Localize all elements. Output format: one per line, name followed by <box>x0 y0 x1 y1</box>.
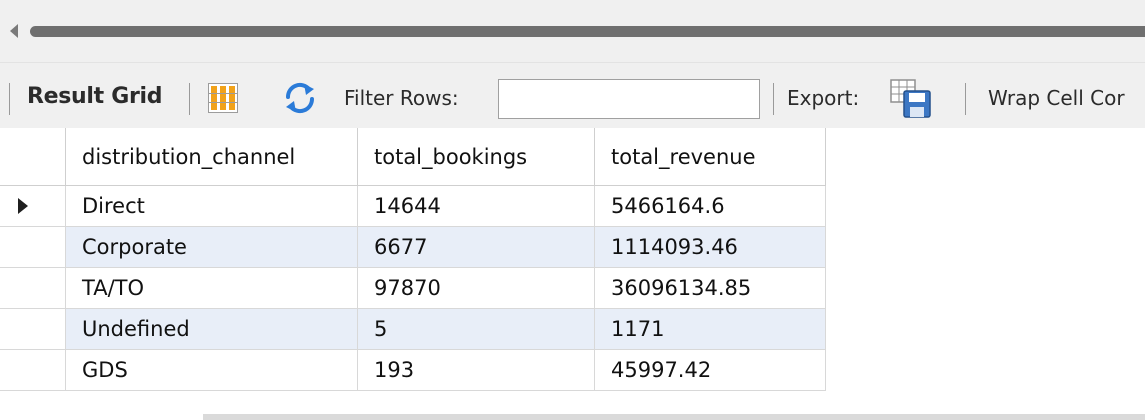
table-cell[interactable]: GDS <box>66 350 358 391</box>
row-indicator-header <box>0 128 66 186</box>
row-indicator[interactable] <box>0 186 66 227</box>
grid-view-icon[interactable] <box>208 83 238 113</box>
row-indicator[interactable] <box>0 268 66 309</box>
refresh-icon[interactable] <box>282 81 318 115</box>
result-grid-tab[interactable]: Result Grid <box>27 84 163 109</box>
table-cell[interactable]: 5 <box>358 309 595 350</box>
row-indicator[interactable] <box>0 227 66 268</box>
result-grid: distribution_channel total_bookings tota… <box>0 128 1145 420</box>
grid-view-icon-col <box>220 86 226 110</box>
table-cell[interactable]: TA/TO <box>66 268 358 309</box>
table-row[interactable]: TA/TO 97870 36096134.85 <box>0 268 826 309</box>
filter-rows-label: Filter Rows: <box>344 86 459 110</box>
grid-bottom-scrollbar[interactable] <box>203 414 1145 420</box>
toolbar-separator <box>965 83 966 115</box>
table-cell[interactable]: 45997.42 <box>595 350 826 391</box>
export-label: Export: <box>787 86 860 110</box>
scroll-left-icon[interactable] <box>10 24 18 38</box>
scrollbar-thumb[interactable] <box>30 26 1145 37</box>
row-pointer-icon <box>18 198 28 214</box>
table-row[interactable]: GDS 193 45997.42 <box>0 350 826 391</box>
table-cell[interactable]: Undefined <box>66 309 358 350</box>
row-indicator[interactable] <box>0 350 66 391</box>
table-cell[interactable]: Corporate <box>66 227 358 268</box>
table-row[interactable]: Undefined 5 1171 <box>0 309 826 350</box>
column-header[interactable]: total_revenue <box>595 128 826 186</box>
table-cell[interactable]: 5466164.6 <box>595 186 826 227</box>
table-cell[interactable]: 36096134.85 <box>595 268 826 309</box>
toolbar-separator <box>9 83 10 115</box>
table-cell[interactable]: 193 <box>358 350 595 391</box>
table-row[interactable]: Corporate 6677 1114093.46 <box>0 227 826 268</box>
column-header[interactable]: distribution_channel <box>66 128 358 186</box>
table-cell[interactable]: 14644 <box>358 186 595 227</box>
horizontal-scrollbar[interactable] <box>0 0 1145 62</box>
table-cell[interactable]: 97870 <box>358 268 595 309</box>
result-toolbar: Result Grid Filter Rows: Export: Wrap Ce… <box>0 62 1145 129</box>
row-indicator[interactable] <box>0 309 66 350</box>
table-row[interactable]: Direct 14644 5466164.6 <box>0 186 826 227</box>
export-icon[interactable] <box>890 79 934 119</box>
table-cell[interactable]: Direct <box>66 186 358 227</box>
wrap-cell-content-label[interactable]: Wrap Cell Cor <box>988 86 1125 110</box>
filter-rows-input[interactable] <box>498 79 760 119</box>
table-cell[interactable]: 1171 <box>595 309 826 350</box>
toolbar-separator <box>773 83 774 115</box>
column-header[interactable]: total_bookings <box>358 128 595 186</box>
grid-view-icon-col <box>229 86 235 110</box>
table-cell[interactable]: 1114093.46 <box>595 227 826 268</box>
table-cell[interactable]: 6677 <box>358 227 595 268</box>
toolbar-separator <box>189 83 190 115</box>
table-header-row: distribution_channel total_bookings tota… <box>0 128 826 186</box>
grid-view-icon-col <box>211 86 217 110</box>
grid-view-icon-line <box>209 93 237 94</box>
grid-view-icon-line <box>209 102 237 103</box>
